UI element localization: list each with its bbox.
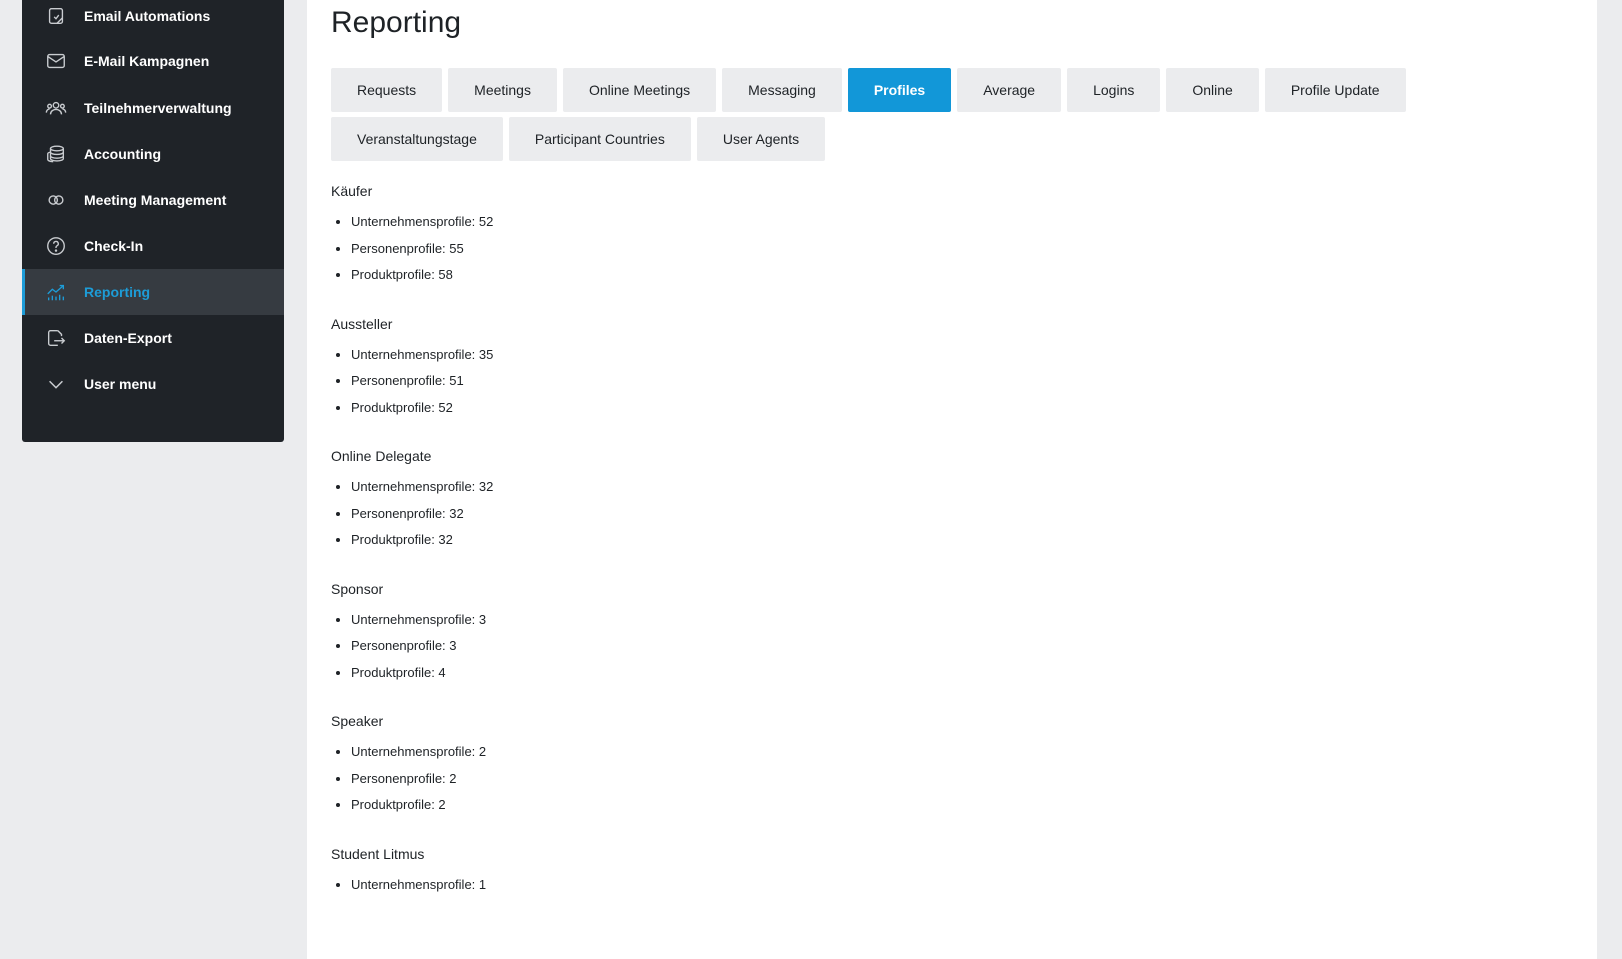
list-item: Unternehmensprofile: 2 xyxy=(351,739,493,766)
list-item: Unternehmensprofile: 3 xyxy=(351,607,493,634)
rings-icon xyxy=(44,188,68,212)
tab-average[interactable]: Average xyxy=(957,68,1062,112)
sidebar-item-daten-export[interactable]: Daten-Export xyxy=(22,315,284,361)
profile-groups: Käufer Unternehmensprofile: 52 Personenp… xyxy=(331,183,493,925)
group-title: Online Delegate xyxy=(331,448,432,464)
envelope-icon xyxy=(44,49,68,73)
list-item: Produktprofile: 52 xyxy=(351,395,493,422)
list-item: Unternehmensprofile: 52 xyxy=(351,209,493,236)
users-icon xyxy=(44,96,68,120)
tab-veranstaltungstage[interactable]: Veranstaltungstage xyxy=(331,117,503,161)
sidebar-item-meeting-management[interactable]: Meeting Management xyxy=(22,177,284,223)
profile-count-list: Unternehmensprofile: 35 Personenprofile:… xyxy=(331,342,493,422)
main-content: Reporting Requests Meetings Online Meeti… xyxy=(307,0,1597,959)
sidebar-item-label: Accounting xyxy=(84,146,161,162)
tab-participant-countries[interactable]: Participant Countries xyxy=(508,117,691,161)
profile-count-list: Unternehmensprofile: 1 xyxy=(331,872,493,899)
tab-online-meetings[interactable]: Online Meetings xyxy=(562,68,717,112)
profile-count-list: Unternehmensprofile: 2 Personenprofile: … xyxy=(331,739,493,819)
sidebar-item-accounting[interactable]: Accounting xyxy=(22,131,284,177)
sidebar-item-user-menu[interactable]: User menu xyxy=(22,361,284,407)
sidebar-item-email-kampagnen[interactable]: E-Mail Kampagnen xyxy=(22,38,284,84)
sidebar-item-label: E-Mail Kampagnen xyxy=(84,53,210,69)
sidebar-item-label: Meeting Management xyxy=(84,192,227,208)
chart-icon xyxy=(44,280,68,304)
export-icon xyxy=(44,326,68,350)
profile-group-speaker: Speaker Unternehmensprofile: 2 Personenp… xyxy=(331,713,493,819)
profile-group-kaeufer: Käufer Unternehmensprofile: 52 Personenp… xyxy=(331,183,493,289)
tab-messaging[interactable]: Messaging xyxy=(722,68,842,112)
profile-group-sponsor: Sponsor Unternehmensprofile: 3 Personenp… xyxy=(331,581,493,687)
sidebar: Email Automations E-Mail Kampagnen Teiln… xyxy=(22,0,284,442)
group-title: Sponsor xyxy=(331,580,384,597)
profile-count-list: Unternehmensprofile: 3 Personenprofile: … xyxy=(331,607,493,687)
group-title: Käufer xyxy=(331,183,373,199)
list-item: Produktprofile: 58 xyxy=(351,262,493,289)
list-item: Unternehmensprofile: 32 xyxy=(351,474,493,501)
report-tabs: Requests Meetings Online Meetings Messag… xyxy=(331,68,1451,161)
chevron-down-icon xyxy=(44,372,68,396)
sidebar-item-label: Daten-Export xyxy=(84,330,172,346)
sidebar-item-teilnehmerverwaltung[interactable]: Teilnehmerverwaltung xyxy=(22,85,284,131)
sidebar-item-check-in[interactable]: Check-In xyxy=(22,223,284,269)
tab-logins[interactable]: Logins xyxy=(1067,68,1161,112)
tab-online[interactable]: Online xyxy=(1166,68,1259,112)
sidebar-item-label: Check-In xyxy=(84,238,144,254)
list-item: Unternehmensprofile: 35 xyxy=(351,342,493,369)
list-item: Produktprofile: 32 xyxy=(351,527,493,554)
sidebar-item-label: Email Automations xyxy=(84,8,211,24)
profile-group-student-litmus: Student Litmus Unternehmensprofile: 1 xyxy=(331,846,493,899)
profile-group-aussteller: Aussteller Unternehmensprofile: 35 Perso… xyxy=(331,316,493,422)
profile-count-list: Unternehmensprofile: 52 Personenprofile:… xyxy=(331,209,493,289)
list-item: Personenprofile: 51 xyxy=(351,368,493,395)
group-title: Speaker xyxy=(331,713,384,729)
page-title: Reporting xyxy=(331,6,462,39)
list-item: Personenprofile: 32 xyxy=(351,501,493,528)
sidebar-item-label: Reporting xyxy=(84,284,151,300)
tab-profiles[interactable]: Profiles xyxy=(847,68,952,112)
tab-user-agents[interactable]: User Agents xyxy=(696,117,826,161)
coins-icon xyxy=(44,142,68,166)
list-item: Personenprofile: 3 xyxy=(351,633,493,660)
list-item: Personenprofile: 2 xyxy=(351,766,493,793)
group-title: Aussteller xyxy=(331,315,393,332)
sidebar-item-label: User menu xyxy=(84,376,157,392)
question-circle-icon xyxy=(44,234,68,258)
tab-requests[interactable]: Requests xyxy=(331,68,443,112)
group-title: Student Litmus xyxy=(331,845,425,862)
sidebar-item-email-automations[interactable]: Email Automations xyxy=(22,0,284,39)
tab-profile-update[interactable]: Profile Update xyxy=(1264,68,1406,112)
profile-group-online-delegate: Online Delegate Unternehmensprofile: 32 … xyxy=(331,448,493,554)
email-automation-icon xyxy=(44,4,68,28)
sidebar-item-reporting[interactable]: Reporting xyxy=(22,269,284,315)
list-item: Produktprofile: 2 xyxy=(351,792,493,819)
sidebar-item-label: Teilnehmerverwaltung xyxy=(84,100,232,116)
tab-meetings[interactable]: Meetings xyxy=(448,68,557,112)
list-item: Personenprofile: 55 xyxy=(351,236,493,263)
list-item: Unternehmensprofile: 1 xyxy=(351,872,493,899)
profile-count-list: Unternehmensprofile: 32 Personenprofile:… xyxy=(331,474,493,554)
list-item: Produktprofile: 4 xyxy=(351,660,493,687)
